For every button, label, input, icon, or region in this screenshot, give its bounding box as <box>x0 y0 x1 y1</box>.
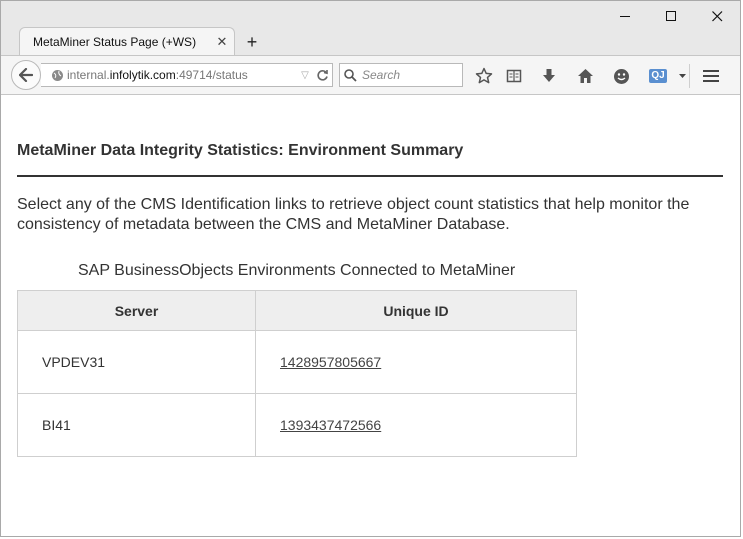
unique-id-cell: 1428957805667 <box>255 330 577 394</box>
close-icon <box>711 10 722 21</box>
search-box[interactable] <box>339 63 463 87</box>
title-bar: MetaMiner Status Page (+WS) ✕ + <box>1 1 740 55</box>
overflow-chevron-icon[interactable] <box>677 66 687 86</box>
bookmark-star-icon[interactable] <box>474 66 494 86</box>
cms-id-link[interactable]: 1393437472566 <box>280 417 381 433</box>
maximize-icon <box>665 10 676 21</box>
download-icon[interactable] <box>539 66 559 86</box>
reload-icon[interactable] <box>312 69 332 82</box>
search-input[interactable] <box>360 67 460 83</box>
home-icon[interactable] <box>575 66 595 86</box>
tab-close-icon[interactable]: ✕ <box>210 34 234 50</box>
search-icon <box>340 68 360 82</box>
cms-id-link[interactable]: 1428957805667 <box>280 354 381 370</box>
browser-window: MetaMiner Status Page (+WS) ✕ + internal… <box>0 0 741 537</box>
table-row: VPDEV31 1428957805667 <box>17 330 577 394</box>
tab-metaminer-status[interactable]: MetaMiner Status Page (+WS) ✕ <box>19 27 235 55</box>
table-row: BI41 1393437472566 <box>17 393 577 457</box>
table-header-row: Server Unique ID <box>17 290 577 331</box>
minimize-button[interactable] <box>602 1 648 31</box>
column-header-unique-id: Unique ID <box>255 290 577 331</box>
globe-icon <box>47 69 67 82</box>
reading-list-icon[interactable] <box>504 66 524 86</box>
unique-id-cell: 1393437472566 <box>255 393 577 457</box>
qj-extension-button[interactable]: QJ <box>644 66 672 86</box>
qj-badge: QJ <box>649 69 667 83</box>
tab-title: MetaMiner Status Page (+WS) <box>33 34 197 49</box>
back-button[interactable] <box>11 60 41 90</box>
server-cell: VPDEV31 <box>17 330 256 394</box>
navigation-toolbar: internal.infolytik.com:49714/status ▽ Se… <box>1 55 740 95</box>
window-controls <box>602 1 740 31</box>
new-tab-button[interactable]: + <box>241 31 263 53</box>
url-bar[interactable]: internal.infolytik.com:49714/status ▽ <box>41 63 333 87</box>
back-arrow-icon <box>19 68 33 82</box>
minimize-icon <box>619 15 630 17</box>
smiley-icon[interactable] <box>611 66 631 86</box>
close-window-button[interactable] <box>694 1 740 31</box>
intro-text: Select any of the CMS Identification lin… <box>17 196 690 233</box>
url-text: internal.infolytik.com:49714/status <box>67 68 298 82</box>
url-suffix: :49714/status <box>175 68 248 82</box>
url-dropdown-icon[interactable]: ▽ <box>298 70 312 81</box>
page-title: MetaMiner Data Integrity Statistics: Env… <box>17 142 464 159</box>
title-divider <box>17 175 723 177</box>
environments-table: Server Unique ID VPDEV31 1428957805667 B… <box>17 290 577 457</box>
column-header-server: Server <box>17 290 256 331</box>
url-domain: infolytik.com <box>109 68 176 82</box>
maximize-button[interactable] <box>648 1 694 31</box>
toolbar-separator <box>689 64 690 88</box>
table-caption: SAP BusinessObjects Environments Connect… <box>78 262 516 279</box>
url-prefix: internal. <box>67 68 110 82</box>
server-cell: BI41 <box>17 393 256 457</box>
hamburger-menu-icon[interactable] <box>701 66 721 86</box>
